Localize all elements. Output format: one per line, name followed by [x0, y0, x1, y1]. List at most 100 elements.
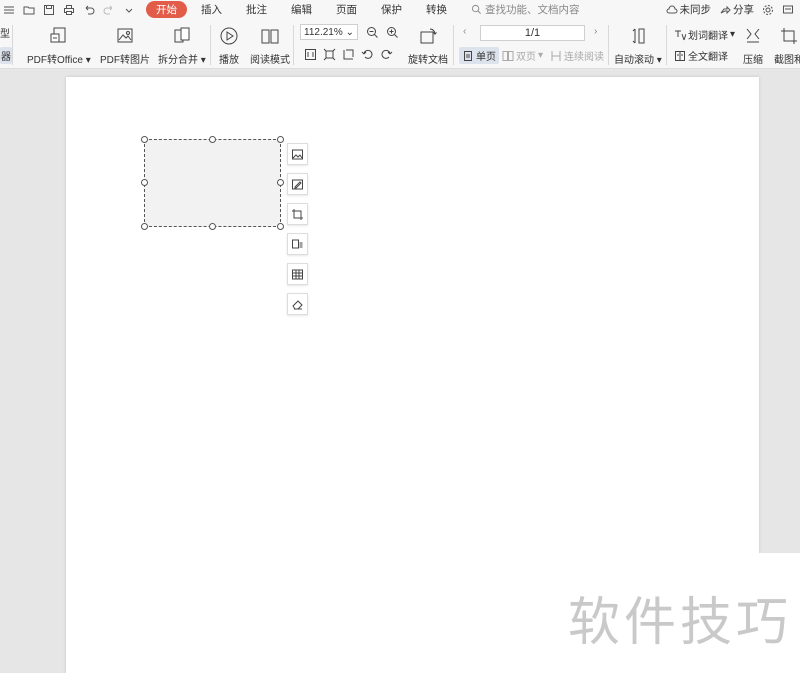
double-page-icon [502, 50, 514, 61]
ribbon: 型 器 PDF转Office ▾ PDF转图片 拆分合并 ▾ 播放 阅读模式 1… [0, 19, 800, 69]
pdf-to-office-icon [48, 25, 70, 47]
tab-protect[interactable]: 保护 [371, 1, 412, 18]
single-page-button[interactable]: 单页 [459, 47, 499, 64]
page-number-input[interactable]: 1/1 [480, 25, 585, 41]
play-icon [218, 25, 240, 47]
open-folder-icon[interactable] [22, 3, 36, 17]
continuous-read-button[interactable]: 连续阅读 [550, 48, 604, 63]
chevron-down-icon[interactable] [122, 3, 136, 17]
continuous-read-icon [551, 50, 561, 61]
read-mode-button[interactable]: 阅读模式 [250, 25, 290, 66]
resize-handle-left[interactable] [141, 179, 148, 186]
tab-convert[interactable]: 转换 [416, 1, 457, 18]
undo-icon[interactable] [82, 3, 96, 17]
single-page-label: 单页 [476, 52, 496, 63]
cloud-icon [666, 5, 677, 13]
rotate-doc-icon [417, 25, 439, 47]
resize-handle-bottom-right[interactable] [277, 223, 284, 230]
menu-bar: 开始 插入 批注 编辑 页面 保护 转换 查找功能、文档内容 未同步 分享 [0, 0, 800, 19]
quick-access-toolbar [2, 3, 136, 17]
search-box[interactable]: 查找功能、文档内容 [471, 2, 580, 17]
edit-image-icon [292, 179, 303, 189]
menu-tabs: 开始 插入 批注 编辑 页面 保护 转换 [146, 1, 457, 18]
resize-handle-top-left[interactable] [141, 136, 148, 143]
prev-page-icon[interactable]: ‹ [463, 26, 466, 37]
redo-icon[interactable] [102, 3, 116, 17]
message-button[interactable] [782, 4, 794, 16]
pdf-to-office-label: PDF转Office ▾ [27, 55, 91, 66]
chevron-down-icon: ⌄ [345, 26, 354, 38]
resize-handle-bottom[interactable] [209, 223, 216, 230]
image-text-icon [292, 239, 303, 248]
ribbon-left-edge-top[interactable]: 型 [0, 25, 10, 40]
fit-width-icon[interactable] [341, 47, 355, 61]
resize-handle-bottom-left[interactable] [141, 223, 148, 230]
zoom-in-icon[interactable] [385, 25, 399, 39]
resize-handle-right[interactable] [277, 179, 284, 186]
sync-label: 未同步 [679, 4, 712, 16]
share-icon [720, 5, 731, 14]
chevron-down-icon: ▾ [730, 29, 736, 40]
save-icon[interactable] [42, 3, 56, 17]
screenshot-icon [778, 25, 800, 47]
selected-image-placeholder[interactable] [144, 139, 281, 227]
resize-handle-top[interactable] [209, 136, 216, 143]
compress-button[interactable]: 压缩 [742, 25, 764, 66]
fit-page-icon[interactable] [322, 47, 336, 61]
pdf-to-image-button[interactable]: PDF转图片 [100, 25, 150, 66]
tab-insert[interactable]: 插入 [191, 1, 232, 18]
replace-image-button[interactable] [287, 143, 308, 165]
auto-scroll-label: 自动滚动 ▾ [614, 55, 662, 66]
chevron-down-icon: ▾ [538, 50, 544, 61]
sync-button[interactable]: 未同步 [666, 2, 712, 17]
zoom-out-icon[interactable] [365, 25, 379, 39]
auto-scroll-icon [627, 25, 649, 47]
play-label: 播放 [219, 55, 239, 66]
continuous-read-label: 连续阅读 [564, 52, 604, 63]
full-translate-icon [675, 50, 685, 61]
resize-handle-top-right[interactable] [277, 136, 284, 143]
print-icon[interactable] [62, 3, 76, 17]
rotate-doc-button[interactable]: 旋转文档 [408, 25, 448, 66]
tab-annotate[interactable]: 批注 [236, 1, 277, 18]
image-icon [292, 149, 303, 159]
translate-icon [675, 30, 686, 40]
settings-button[interactable] [762, 4, 774, 16]
zoom-select[interactable]: 112.21% ⌄ [300, 24, 358, 40]
book-icon [259, 25, 281, 47]
tab-start[interactable]: 开始 [146, 1, 187, 18]
split-merge-button[interactable]: 拆分合并 ▾ [158, 25, 206, 66]
pdf-to-office-button[interactable]: PDF转Office ▾ [27, 25, 91, 66]
top-right-actions: 未同步 分享 [666, 2, 795, 17]
ribbon-left-edge-bottom[interactable]: 器 [0, 47, 12, 64]
image-to-text-button[interactable] [287, 233, 308, 255]
crop-image-button[interactable] [287, 203, 308, 225]
share-button[interactable]: 分享 [719, 2, 754, 17]
play-button[interactable]: 播放 [218, 25, 240, 66]
compress-label: 压缩 [743, 55, 763, 66]
double-page-button[interactable]: 双页 ▾ [502, 48, 543, 63]
auto-scroll-button[interactable]: 自动滚动 ▾ [614, 25, 662, 66]
read-mode-label: 阅读模式 [250, 55, 290, 66]
erase-button[interactable] [287, 293, 308, 315]
tab-page[interactable]: 页面 [326, 1, 367, 18]
menu-icon[interactable] [2, 3, 16, 17]
message-icon [783, 5, 793, 13]
actual-size-icon[interactable] [303, 47, 317, 61]
full-translate-button[interactable]: 全文翻译 [674, 48, 728, 63]
rotate-right-icon[interactable] [379, 47, 393, 61]
full-translate-label: 全文翻译 [688, 52, 728, 63]
image-to-table-button[interactable] [287, 263, 308, 285]
gear-icon [763, 4, 773, 15]
rotate-left-icon[interactable] [360, 47, 374, 61]
word-translate-button[interactable]: 划词翻译 ▾ [674, 27, 735, 42]
screenshot-button[interactable]: 截图和 [774, 25, 800, 66]
next-page-icon[interactable]: › [594, 26, 597, 37]
search-placeholder: 查找功能、文档内容 [485, 4, 580, 16]
split-merge-icon [171, 25, 193, 47]
double-page-label: 双页 [516, 52, 536, 63]
tab-edit[interactable]: 编辑 [281, 1, 322, 18]
zoom-value: 112.21% [304, 26, 343, 38]
watermark-text: 软件技巧 [568, 593, 793, 653]
edit-image-button[interactable] [287, 173, 308, 195]
